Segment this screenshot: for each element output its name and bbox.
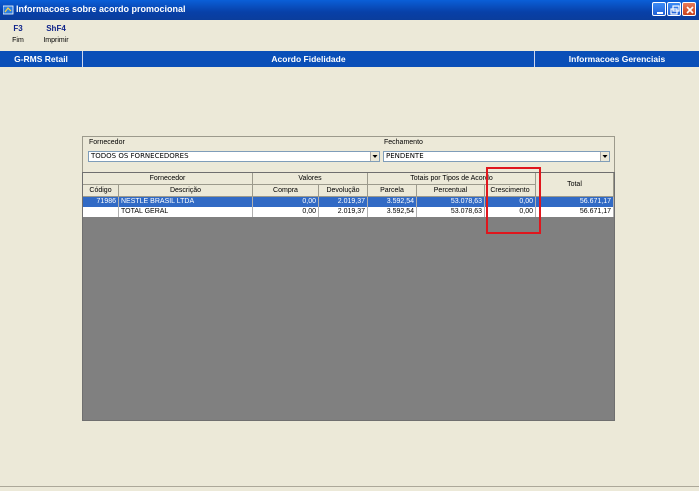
window-title: Informacoes sobre acordo promocional (16, 4, 186, 14)
cell-descricao[interactable]: TOTAL GERAL (119, 207, 253, 217)
title-bar: Informacoes sobre acordo promocional (0, 0, 699, 20)
column-header-codigo[interactable]: Código (83, 185, 119, 197)
column-header-descricao[interactable]: Descrição (119, 185, 253, 197)
cell-parcela[interactable]: 3.592,54 (368, 207, 417, 217)
fechamento-value: PENDENTE (386, 152, 424, 160)
cell-codigo[interactable] (83, 207, 119, 217)
group-header-fornecedor: Fornecedor (83, 173, 253, 185)
fim-label: Fim (12, 37, 24, 44)
cell-devolucao[interactable]: 2.019,37 (319, 197, 368, 207)
cell-percentual[interactable]: 53.078,63 (417, 207, 485, 217)
restore-icon (670, 5, 680, 15)
module-navbar: G-RMS Retail Acordo Fidelidade Informaco… (0, 51, 699, 67)
nav-informacoes-gerenciais[interactable]: Informacoes Gerenciais (535, 54, 699, 64)
dropdown-arrow-icon[interactable] (600, 152, 609, 161)
cell-percentual[interactable]: 53.078,63 (417, 197, 485, 207)
imprimir-key: ShF4 (46, 24, 66, 33)
cell-compra[interactable]: 0,00 (253, 207, 319, 217)
fim-key: F3 (13, 24, 23, 33)
app-icon (3, 5, 14, 15)
imprimir-button[interactable]: ShF4 Imprimir (40, 24, 72, 44)
cell-total[interactable]: 56.671,17 (536, 207, 614, 217)
close-icon (686, 6, 694, 14)
imprimir-label: Imprimir (43, 37, 69, 44)
column-header-total[interactable]: Total (536, 173, 614, 197)
cell-devolucao[interactable]: 2.019,37 (319, 207, 368, 217)
cell-descricao[interactable]: NESTLE BRASIL LTDA (119, 197, 253, 207)
fechamento-select[interactable]: PENDENTE (383, 151, 610, 162)
minimize-icon (657, 12, 663, 14)
fechamento-label: Fechamento (384, 139, 423, 146)
toolbar: F3 Fim ShF4 Imprimir (0, 20, 699, 50)
close-button[interactable] (682, 2, 696, 16)
fornecedor-select[interactable]: TODOS OS FORNECEDORES (88, 151, 380, 162)
group-header-valores: Valores (253, 173, 368, 185)
fornecedor-value: TODOS OS FORNECEDORES (91, 152, 189, 160)
nav-acordo-fidelidade[interactable]: Acordo Fidelidade (83, 54, 534, 64)
fim-button[interactable]: F3 Fim (10, 24, 26, 44)
column-header-devolucao[interactable]: Devolução (319, 185, 368, 197)
status-bar (0, 486, 699, 491)
highlight-box (486, 167, 541, 234)
maximize-button[interactable] (667, 2, 681, 16)
chevron-down-icon (372, 155, 378, 158)
cell-compra[interactable]: 0,00 (253, 197, 319, 207)
chevron-down-icon (602, 155, 608, 158)
cell-total[interactable]: 56.671,17 (536, 197, 614, 207)
column-header-parcela[interactable]: Parcela (368, 185, 417, 197)
cell-codigo[interactable]: 71986 (83, 197, 119, 207)
column-header-compra[interactable]: Compra (253, 185, 319, 197)
minimize-button[interactable] (652, 2, 666, 16)
dropdown-arrow-icon[interactable] (370, 152, 379, 161)
cell-parcela[interactable]: 3.592,54 (368, 197, 417, 207)
column-header-percentual[interactable]: Percentual (417, 185, 485, 197)
nav-grms-retail[interactable]: G-RMS Retail (0, 54, 82, 64)
fornecedor-label: Fornecedor (89, 139, 125, 146)
